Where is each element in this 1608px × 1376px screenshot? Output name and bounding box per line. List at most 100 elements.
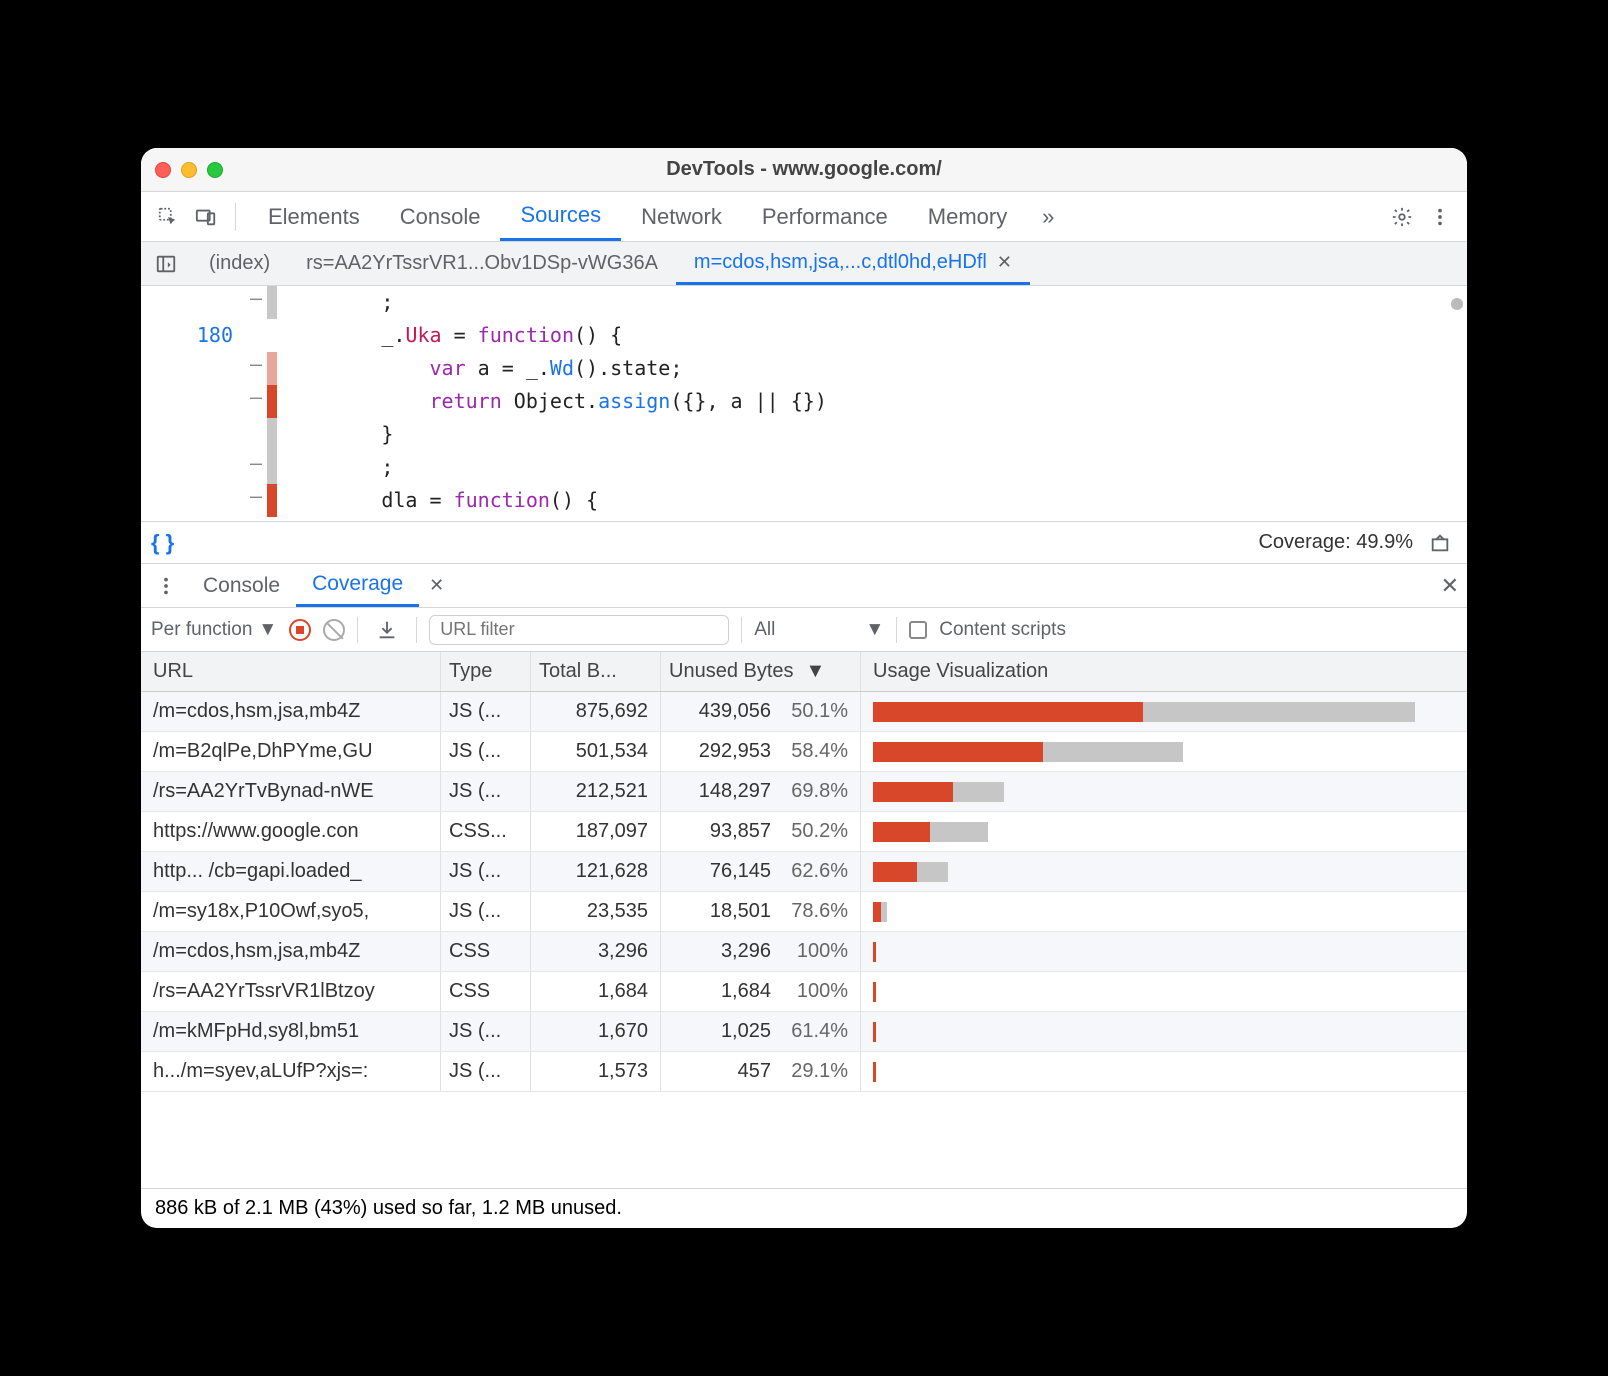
file-tab[interactable]: m=cdos,hsm,jsa,...c,dtl0hd,eHDfl✕ xyxy=(676,242,1030,285)
table-header: URL Type Total B... Unused Bytes ▼ Usage… xyxy=(141,652,1467,692)
cell-type: CSS xyxy=(441,932,531,971)
more-tabs-icon[interactable]: » xyxy=(1031,200,1065,234)
usage-bar xyxy=(873,902,887,922)
window-minimize-button[interactable] xyxy=(181,162,197,178)
type-filter-dropdown[interactable]: All ▼ xyxy=(754,619,884,641)
usage-bar xyxy=(873,982,876,1002)
table-row[interactable]: https://www.google.conCSS...187,09793,85… xyxy=(141,812,1467,852)
main-tab-sources[interactable]: Sources xyxy=(500,192,621,241)
cell-url: /rs=AA2YrTvBynad-nWE xyxy=(141,772,441,811)
drawer-close-icon[interactable]: ✕ xyxy=(1441,573,1459,599)
cell-unused: 76,14562.6% xyxy=(661,852,861,891)
table-row[interactable]: /rs=AA2YrTvBynad-nWEJS (...212,521148,29… xyxy=(141,772,1467,812)
cell-viz xyxy=(861,972,1467,1011)
cell-type: JS (... xyxy=(441,852,531,891)
clear-icon[interactable] xyxy=(323,619,345,641)
table-row[interactable]: http... /cb=gapi.loaded_JS (...121,62876… xyxy=(141,852,1467,892)
cell-unused: 292,95358.4% xyxy=(661,732,861,771)
cell-viz xyxy=(861,732,1467,771)
url-filter-input[interactable] xyxy=(429,615,729,645)
table-row[interactable]: /rs=AA2YrTssrVR1lBtzoyCSS1,6841,684100% xyxy=(141,972,1467,1012)
col-total[interactable]: Total B... xyxy=(531,652,661,691)
usage-bar xyxy=(873,822,988,842)
col-type[interactable]: Type xyxy=(441,652,531,691)
main-toolbar: ElementsConsoleSourcesNetworkPerformance… xyxy=(141,192,1467,242)
navigator-toggle-icon[interactable] xyxy=(149,247,183,281)
table-row[interactable]: /m=cdos,hsm,jsa,mb4ZCSS3,2963,296100% xyxy=(141,932,1467,972)
col-unused[interactable]: Unused Bytes ▼ xyxy=(661,652,861,691)
main-tab-memory[interactable]: Memory xyxy=(908,192,1027,241)
scrollbar-thumb[interactable] xyxy=(1451,298,1463,310)
window-title: DevTools - www.google.com/ xyxy=(141,158,1467,181)
drawer-tab-close-icon[interactable]: ✕ xyxy=(429,575,444,596)
file-tab[interactable]: (index) xyxy=(191,242,288,285)
pretty-print-icon[interactable]: { } xyxy=(151,530,174,556)
usage-bar xyxy=(873,782,1004,802)
drawer-tabs: ConsoleCoverage ✕ ✕ xyxy=(141,564,1467,608)
col-url[interactable]: URL xyxy=(141,652,441,691)
cell-url: http... /cb=gapi.loaded_ xyxy=(141,852,441,891)
cell-url: /m=sy18x,P10Owf,syo5, xyxy=(141,892,441,931)
device-toolbar-icon[interactable] xyxy=(189,200,223,234)
cell-unused: 1,02561.4% xyxy=(661,1012,861,1051)
inspect-icon[interactable] xyxy=(151,200,185,234)
table-row[interactable]: /m=cdos,hsm,jsa,mb4ZJS (...875,692439,05… xyxy=(141,692,1467,732)
cell-viz xyxy=(861,772,1467,811)
titlebar: DevTools - www.google.com/ xyxy=(141,148,1467,192)
main-tab-performance[interactable]: Performance xyxy=(742,192,908,241)
cell-viz xyxy=(861,1012,1467,1051)
close-icon[interactable]: ✕ xyxy=(997,252,1012,273)
table-row[interactable]: h.../m=syev,aLUfP?xjs=:JS (...1,57345729… xyxy=(141,1052,1467,1092)
drawer-tab-coverage[interactable]: Coverage xyxy=(296,564,419,607)
cell-unused: 148,29769.8% xyxy=(661,772,861,811)
col-viz[interactable]: Usage Visualization xyxy=(861,652,1467,691)
show-coverage-icon[interactable] xyxy=(1423,526,1457,560)
stop-recording-icon[interactable] xyxy=(289,619,311,641)
chevron-down-icon: ▼ xyxy=(865,619,884,641)
window-close-button[interactable] xyxy=(155,162,171,178)
usage-bar xyxy=(873,1062,876,1082)
cell-type: JS (... xyxy=(441,1052,531,1091)
cell-type: CSS xyxy=(441,972,531,1011)
coverage-summary: 886 kB of 2.1 MB (43%) used so far, 1.2 … xyxy=(141,1188,1467,1228)
cell-viz xyxy=(861,852,1467,891)
cell-viz xyxy=(861,812,1467,851)
kebab-menu-icon[interactable] xyxy=(1423,200,1457,234)
cell-type: CSS... xyxy=(441,812,531,851)
drawer-tab-console[interactable]: Console xyxy=(187,564,296,607)
window-zoom-button[interactable] xyxy=(207,162,223,178)
cell-url: h.../m=syev,aLUfP?xjs=: xyxy=(141,1052,441,1091)
drawer-kebab-icon[interactable] xyxy=(149,569,183,603)
cell-unused: 93,85750.2% xyxy=(661,812,861,851)
devtools-window: DevTools - www.google.com/ ElementsConso… xyxy=(141,148,1467,1228)
source-editor[interactable]: 180 ; _.Uka = function() { var a = _.Wd(… xyxy=(141,286,1467,522)
table-row[interactable]: /m=kMFpHd,sy8l,bm51JS (...1,6701,02561.4… xyxy=(141,1012,1467,1052)
coverage-summary-text: 886 kB of 2.1 MB (43%) used so far, 1.2 … xyxy=(155,1197,622,1220)
cell-total: 121,628 xyxy=(531,852,661,891)
table-row[interactable]: /m=sy18x,P10Owf,syo5,JS (...23,53518,501… xyxy=(141,892,1467,932)
main-tab-network[interactable]: Network xyxy=(621,192,742,241)
coverage-controls: Per function ▼ All ▼ Content scripts xyxy=(141,608,1467,652)
export-icon[interactable] xyxy=(370,613,404,647)
settings-icon[interactable] xyxy=(1385,200,1419,234)
coverage-percent-label: Coverage: 49.9% xyxy=(1258,531,1413,554)
coverage-granularity-dropdown[interactable]: Per function ▼ xyxy=(151,619,277,641)
usage-bar xyxy=(873,862,948,882)
cell-viz xyxy=(861,692,1467,731)
cell-total: 1,670 xyxy=(531,1012,661,1051)
table-row[interactable]: /m=B2qlPe,DhPYme,GUJS (...501,534292,953… xyxy=(141,732,1467,772)
file-tab[interactable]: rs=AA2YrTssrVR1...Obv1DSp-vWG36A xyxy=(288,242,676,285)
coverage-granularity-label: Per function xyxy=(151,619,252,641)
traffic-lights xyxy=(155,162,223,178)
usage-bar xyxy=(873,1022,876,1042)
cell-url: /m=B2qlPe,DhPYme,GU xyxy=(141,732,441,771)
main-tab-elements[interactable]: Elements xyxy=(248,192,380,241)
cell-total: 875,692 xyxy=(531,692,661,731)
sort-desc-icon: ▼ xyxy=(806,660,826,683)
cell-type: JS (... xyxy=(441,772,531,811)
main-tab-console[interactable]: Console xyxy=(380,192,501,241)
cell-type: JS (... xyxy=(441,1012,531,1051)
content-scripts-label: Content scripts xyxy=(939,619,1066,641)
usage-bar xyxy=(873,742,1183,762)
content-scripts-checkbox[interactable] xyxy=(909,621,927,639)
